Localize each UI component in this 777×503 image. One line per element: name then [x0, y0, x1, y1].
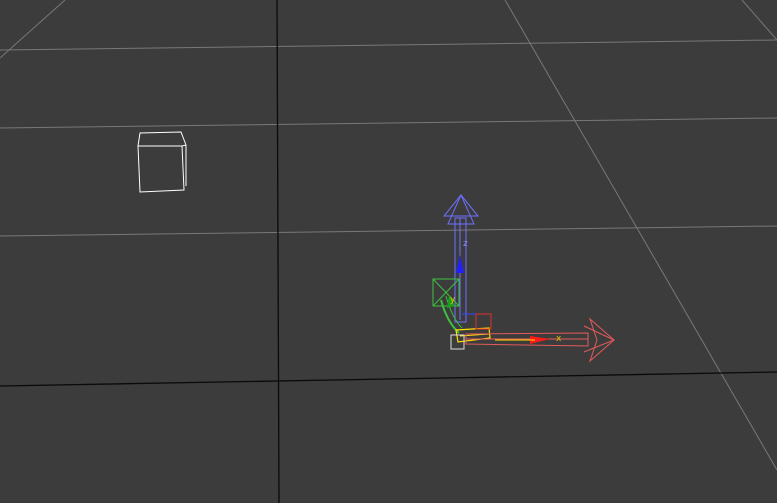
- box-side-edge: [181, 144, 187, 147]
- grid-line: [0, 39, 777, 51]
- axis-y-label: y: [450, 295, 456, 305]
- axis-z-tip: [456, 255, 464, 273]
- grid-line: [741, 0, 777, 41]
- ground-grid: [0, 0, 777, 503]
- axis-z-label: z: [463, 239, 468, 249]
- plane-corner-red: [475, 313, 492, 330]
- axis-z-arrowhead[interactable]: [442, 194, 480, 217]
- grid-line: [0, 117, 777, 129]
- perspective-viewport[interactable]: z y x: [0, 0, 777, 503]
- axis-x-label: x: [556, 334, 562, 344]
- grid-major-line: [0, 371, 777, 387]
- grid-line: [504, 0, 777, 471]
- viewport-canvas[interactable]: z y x: [0, 0, 777, 503]
- box-front-face[interactable]: [137, 145, 185, 193]
- box-top-edge: [137, 131, 187, 147]
- gizmo-axis-y[interactable]: y: [432, 278, 463, 334]
- grid-line: [0, 225, 777, 237]
- grid-major-line: [276, 0, 280, 503]
- axis-x-arrowhead[interactable]: [588, 317, 615, 363]
- gizmo-plane-xy[interactable]: [455, 313, 492, 343]
- transform-gizmo[interactable]: z y x: [432, 193, 616, 363]
- gizmo-axis-x[interactable]: x: [465, 317, 616, 363]
- box-object-wireframe[interactable]: [137, 131, 187, 193]
- axis-z-arrowhead-back: [447, 193, 475, 225]
